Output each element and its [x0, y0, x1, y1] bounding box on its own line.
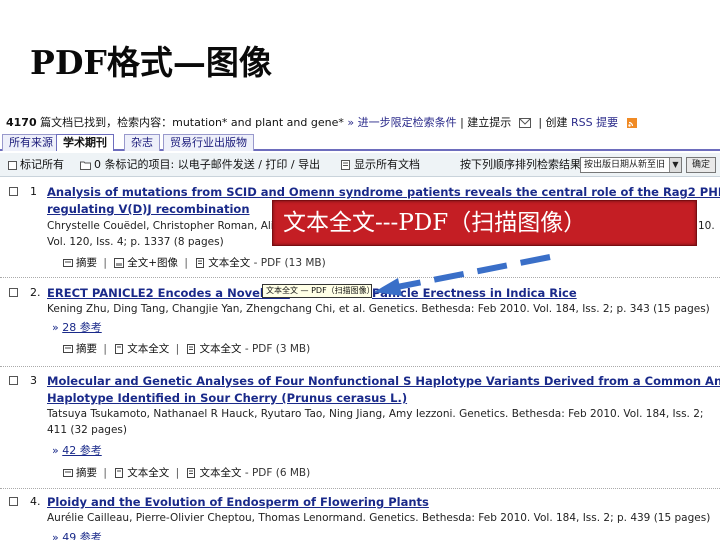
- result-meta-tail: 10.: [698, 220, 715, 232]
- document-icon: [341, 160, 350, 170]
- sort-label: 按下列顺序排列检索结果:: [460, 158, 585, 171]
- refine-search-link[interactable]: » 进一步限定检索条件: [347, 116, 456, 129]
- pdf-scan-callout: 文本全文---PDF（扫描图像）: [272, 200, 697, 246]
- checkbox-icon[interactable]: [8, 160, 17, 170]
- result-count: 4170: [6, 116, 37, 129]
- result-checkbox[interactable]: [9, 288, 18, 297]
- pdf-size: - PDF (3 MB): [244, 343, 311, 355]
- text-pdf-link[interactable]: 文本全文: [199, 467, 241, 479]
- result-meta: Kening Zhu, Ding Tang, Changjie Yan, Zhe…: [47, 303, 710, 315]
- result-title-link[interactable]: Analysis of mutations from SCID and Omen…: [47, 185, 720, 199]
- result-title-link[interactable]: Ploidy and the Evolution of Endosperm of…: [47, 495, 429, 509]
- result-formats: 摘要 | 文本全文 | 文本全文 - PDF (6 MB): [62, 465, 310, 480]
- text-pdf-icon: [196, 258, 205, 268]
- search-results-screenshot: 4170 篇文档已找到，检索内容：mutation* and plant and…: [0, 112, 720, 540]
- result-title-link-cont[interactable]: regulating V(D)J recombination: [47, 202, 250, 216]
- text-pdf-link[interactable]: 文本全文: [208, 257, 250, 269]
- pdf-size: - PDF (6 MB): [244, 467, 311, 479]
- show-all-documents[interactable]: 显示所有文档: [340, 153, 420, 177]
- text-icon: [115, 344, 124, 354]
- references-link[interactable]: » 42 参考: [52, 442, 102, 458]
- sort-ok-button[interactable]: 确定: [686, 157, 716, 173]
- sort-order-value: 按出版日期从新至旧: [584, 160, 666, 170]
- text-icon: [115, 468, 124, 478]
- text-pdf-link[interactable]: 文本全文: [199, 343, 241, 355]
- tab-all-sources[interactable]: 所有来源: [2, 134, 60, 151]
- mark-all-control[interactable]: 标记所有: [8, 153, 64, 177]
- result-authors: Chrystelle Couëdel, Christopher Roman, A…: [47, 220, 293, 232]
- slide-title: PDF格式—图像: [30, 43, 272, 82]
- sort-order-select[interactable]: 按出版日期从新至旧 ▼: [580, 157, 682, 173]
- result-checkbox[interactable]: [9, 497, 18, 506]
- result-item: 3 Molecular and Genetic Analyses of Four…: [0, 366, 720, 484]
- chevron-down-icon[interactable]: ▼: [669, 158, 681, 172]
- result-checkbox[interactable]: [9, 187, 18, 196]
- result-number: 2.: [30, 286, 41, 299]
- result-title-link[interactable]: Molecular and Genetic Analyses of Four N…: [47, 374, 720, 388]
- result-summary: 篇文档已找到，检索内容：mutation* and plant and gene…: [36, 116, 344, 129]
- result-meta: Tatsuya Tsukamoto, Nathanael R Hauck, Ry…: [47, 408, 704, 420]
- result-number: 3: [30, 374, 37, 387]
- result-formats: 摘要 | 文本全文 | 文本全文 - PDF (3 MB): [62, 341, 310, 356]
- abstract-link[interactable]: 摘要: [76, 257, 97, 269]
- references-count: 42 参考: [62, 444, 102, 457]
- text-pdf-icon: [187, 344, 196, 354]
- create-link[interactable]: | 创建: [538, 116, 567, 129]
- pdf-tooltip: 文本全文 — PDF（扫描图像）: [262, 284, 375, 298]
- abstract-icon: [63, 469, 73, 477]
- fulltext-image-icon: [114, 258, 125, 268]
- abstract-icon: [63, 345, 73, 353]
- marked-items-label: 0 条标记的项目: 以电子邮件发送 / 打印 / 导出: [94, 158, 321, 171]
- references-link[interactable]: » 28 参考: [52, 319, 102, 335]
- abstract-link[interactable]: 摘要: [76, 343, 97, 355]
- create-alert-link[interactable]: | 建立提示: [460, 116, 511, 129]
- full-text-link[interactable]: 文本全文: [127, 467, 169, 479]
- abstract-link[interactable]: 摘要: [76, 467, 97, 479]
- abstract-icon: [63, 259, 73, 267]
- rss-icon[interactable]: [626, 118, 638, 128]
- show-all-label: 显示所有文档: [354, 158, 420, 171]
- result-number: 4.: [30, 495, 41, 508]
- tab-trade-publications[interactable]: 贸易行业出版物: [163, 134, 254, 151]
- mark-all-label: 标记所有: [20, 158, 64, 171]
- result-formats: 摘要 | 全文+图像 | 文本全文 - PDF (13 MB): [62, 255, 326, 270]
- result-item: 4. Ploidy and the Evolution of Endosperm…: [0, 488, 720, 540]
- result-title-link[interactable]: ERECT PANICLE2 Encodes a Novel Pro: [47, 286, 290, 300]
- fulltext-image-link[interactable]: 全文+图像: [127, 257, 178, 269]
- folder-icon: [80, 161, 91, 170]
- rss-feed-link[interactable]: RSS 提要: [571, 116, 618, 129]
- envelope-icon[interactable]: [518, 118, 531, 128]
- result-number: 1: [30, 185, 37, 198]
- result-pages: 411 (32 pages): [47, 424, 127, 436]
- tab-scholarly-journals[interactable]: 学术期刊: [56, 134, 114, 151]
- dashed-arrow-icon: [374, 254, 551, 296]
- result-checkbox[interactable]: [9, 376, 18, 385]
- result-title-link-cont[interactable]: Haplotype Identified in Sour Cherry (Pru…: [47, 391, 407, 405]
- text-pdf-icon: [187, 468, 196, 478]
- source-type-tabs: 所有来源 学术期刊 杂志 贸易行业出版物: [0, 134, 720, 151]
- marked-items-actions[interactable]: 0 条标记的项目: 以电子邮件发送 / 打印 / 导出: [80, 153, 320, 177]
- results-toolbar: 标记所有 0 条标记的项目: 以电子邮件发送 / 打印 / 导出 显示所有文档 …: [0, 153, 720, 177]
- result-meta: Aurélie Cailleau, Pierre-Olivier Cheptou…: [47, 512, 711, 524]
- result-source: Vol. 120, Iss. 4; p. 1337 (8 pages): [47, 236, 224, 248]
- tab-magazines[interactable]: 杂志: [124, 134, 160, 151]
- pdf-size: - PDF (13 MB): [253, 257, 326, 269]
- references-link[interactable]: » 49 参考: [52, 529, 102, 540]
- result-status-line: 4170 篇文档已找到，检索内容：mutation* and plant and…: [6, 114, 720, 132]
- references-count: 49 参考: [62, 531, 102, 540]
- full-text-link[interactable]: 文本全文: [127, 343, 169, 355]
- references-count: 28 参考: [62, 321, 102, 334]
